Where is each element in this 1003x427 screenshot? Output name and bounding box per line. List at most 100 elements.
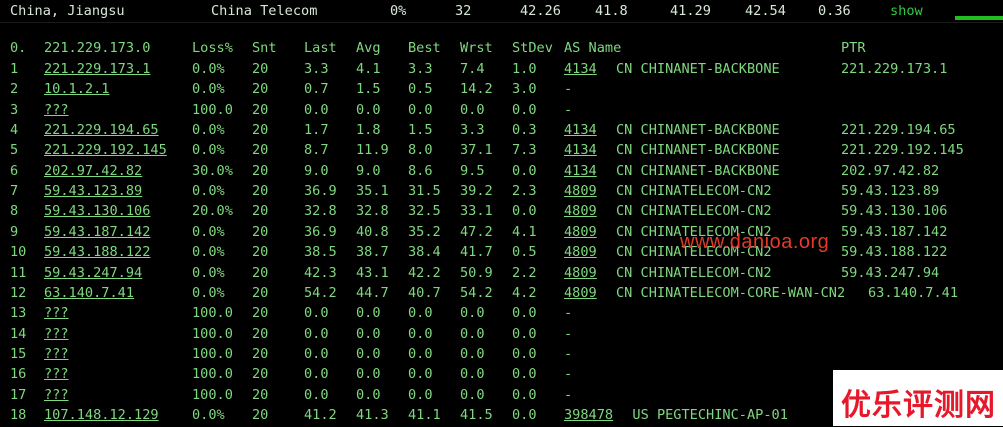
hop-host[interactable]: 63.140.7.41 bbox=[44, 285, 134, 301]
hop-best: 35.2 bbox=[408, 223, 441, 240]
hop-row: 4 221.229.194.65 0.0% 20 1.7 1.8 1.5 3.3 0.3 4134… bbox=[0, 122, 1003, 142]
hop-host[interactable]: 221.229.192.145 bbox=[44, 142, 167, 158]
hop-asn[interactable]: 4809 bbox=[564, 244, 597, 260]
hop-stdev: 0.0 bbox=[512, 101, 537, 118]
hop-host[interactable]: 10.1.2.1 bbox=[44, 81, 109, 97]
hop-asn[interactable]: 398478 bbox=[564, 407, 613, 423]
hop-as-name: CN CHINATELECOM-CN2 bbox=[616, 203, 772, 220]
hop-last: 3.3 bbox=[304, 61, 329, 77]
hop-host[interactable]: 59.43.187.142 bbox=[44, 224, 150, 240]
hop-ptr: 63.140.7.41 bbox=[868, 284, 959, 301]
hop-host[interactable]: 59.43.188.122 bbox=[44, 244, 150, 260]
hop-host[interactable]: ??? bbox=[44, 326, 69, 342]
hop-loss: 0.0% bbox=[192, 142, 225, 159]
hop-avg: 0.0 bbox=[356, 366, 381, 383]
hop-snt: 20 bbox=[252, 366, 269, 383]
hop-host[interactable]: ??? bbox=[44, 346, 69, 362]
hop-host[interactable]: 59.43.123.89 bbox=[44, 183, 142, 199]
hop-asn[interactable]: 4809 bbox=[564, 224, 597, 240]
col-avg: Avg bbox=[356, 40, 381, 56]
col-as-name: AS Name bbox=[564, 40, 622, 56]
hop-loss: 100.0 bbox=[192, 325, 233, 342]
hop-stdev: 2.3 bbox=[512, 183, 537, 200]
hop-idx: 15 bbox=[10, 345, 27, 362]
hop-best: 0.5 bbox=[408, 81, 433, 98]
hop-snt: 20 bbox=[252, 203, 269, 220]
hop-last: 32.8 bbox=[304, 203, 337, 220]
hop-as-name: CN CHINATELECOM-CN2 bbox=[616, 183, 772, 200]
hop-avg: 38.7 bbox=[356, 244, 389, 261]
hop-asn[interactable]: 4134 bbox=[564, 163, 597, 179]
hop-idx: 4 bbox=[10, 122, 19, 139]
hop-avg: 0.0 bbox=[356, 345, 381, 362]
hop-stdev: 0.3 bbox=[512, 122, 537, 139]
hop-loss: 100.0 bbox=[192, 386, 233, 403]
hop-host[interactable]: 221.229.194.65 bbox=[44, 122, 159, 138]
hop-ptr: 221.229.194.65 bbox=[841, 122, 956, 139]
hop-loss: 0.0% bbox=[192, 81, 225, 98]
hop-avg: 43.1 bbox=[356, 264, 389, 281]
hop-last: 9.0 bbox=[304, 162, 329, 179]
show-link[interactable]: show bbox=[890, 3, 923, 19]
hop-asn[interactable]: 4809 bbox=[564, 203, 597, 219]
hop-row: 6 202.97.42.82 30.0% 20 9.0 9.0 8.6 9.5 0.0 4134 C… bbox=[0, 163, 1003, 183]
hop-ptr: 59.43.247.94 bbox=[841, 264, 940, 281]
hop-avg: 0.0 bbox=[356, 101, 381, 118]
hop-as-name: - bbox=[564, 325, 573, 342]
hop-best: 41.1 bbox=[408, 406, 441, 423]
hop-asn[interactable]: 4134 bbox=[564, 122, 597, 138]
hop-asn[interactable]: 4134 bbox=[564, 142, 597, 158]
brand-logo: 优乐评测网 bbox=[833, 370, 1003, 426]
hop-wrst: 37.1 bbox=[460, 142, 493, 159]
hop-asn[interactable]: 4134 bbox=[564, 61, 597, 77]
hop-asn[interactable]: 4809 bbox=[564, 183, 597, 199]
hop-loss: 0.0% bbox=[192, 264, 225, 281]
hop-ptr: 202.97.42.82 bbox=[841, 162, 940, 179]
hop-host[interactable]: ??? bbox=[44, 387, 69, 403]
hop-host[interactable]: 59.43.247.94 bbox=[44, 265, 142, 281]
hop-asn[interactable]: 4809 bbox=[564, 265, 597, 281]
hop-ptr: 221.229.173.1 bbox=[841, 61, 948, 77]
hop-snt: 20 bbox=[252, 305, 269, 322]
hop-snt: 20 bbox=[252, 406, 269, 423]
hop-snt: 20 bbox=[252, 162, 269, 179]
hop-wrst: 0.0 bbox=[460, 386, 485, 403]
summary-avg: 41.8 bbox=[595, 3, 628, 19]
hop-host[interactable]: ??? bbox=[44, 305, 69, 321]
hop-ptr: 59.43.130.106 bbox=[841, 203, 948, 220]
hop-as-name: CN CHINANET-BACKBONE bbox=[616, 122, 780, 139]
col-host: 221.229.173.0 bbox=[44, 40, 151, 56]
hop-last: 8.7 bbox=[304, 142, 329, 159]
hop-best: 8.6 bbox=[408, 162, 433, 179]
hop-loss: 0.0% bbox=[192, 284, 225, 301]
watermark-text: www.danioa.org bbox=[680, 231, 830, 253]
hop-stdev: 1.0 bbox=[512, 61, 537, 77]
hop-avg: 35.1 bbox=[356, 183, 389, 200]
divider bbox=[0, 22, 1003, 23]
summary-location: China, Jiangsu bbox=[10, 3, 125, 19]
hop-avg: 40.8 bbox=[356, 223, 389, 240]
hop-last: 36.9 bbox=[304, 183, 337, 200]
hop-host[interactable]: 202.97.42.82 bbox=[44, 163, 142, 179]
hop-last: 0.0 bbox=[304, 386, 329, 403]
hop-wrst: 3.3 bbox=[460, 122, 485, 139]
hop-ptr: 59.43.188.122 bbox=[841, 244, 948, 261]
hop-host[interactable]: ??? bbox=[44, 366, 69, 382]
hop-row: 12 63.140.7.41 0.0% 20 54.2 44.7 40.7 54.2 4.2 48… bbox=[0, 285, 1003, 305]
hop-avg: 4.1 bbox=[356, 61, 381, 77]
hop-idx: 13 bbox=[10, 305, 27, 322]
hop-idx: 9 bbox=[10, 223, 19, 240]
hop-host[interactable]: ??? bbox=[44, 102, 69, 118]
hop-as-name: - bbox=[564, 366, 573, 383]
summary-bar: China, Jiangsu China Telecom 0% 32 42.26… bbox=[0, 0, 1003, 20]
hop-host[interactable]: 221.229.173.1 bbox=[44, 61, 150, 77]
hop-last: 0.0 bbox=[304, 101, 329, 118]
hop-host[interactable]: 59.43.130.106 bbox=[44, 203, 150, 219]
hop-idx: 14 bbox=[10, 325, 27, 342]
hop-avg: 0.0 bbox=[356, 305, 381, 322]
hop-host[interactable]: 107.148.12.129 bbox=[44, 407, 159, 423]
hop-wrst: 0.0 bbox=[460, 366, 485, 383]
hop-idx: 18 bbox=[10, 406, 27, 423]
hop-wrst: 41.5 bbox=[460, 406, 493, 423]
hop-asn[interactable]: 4809 bbox=[564, 285, 597, 301]
